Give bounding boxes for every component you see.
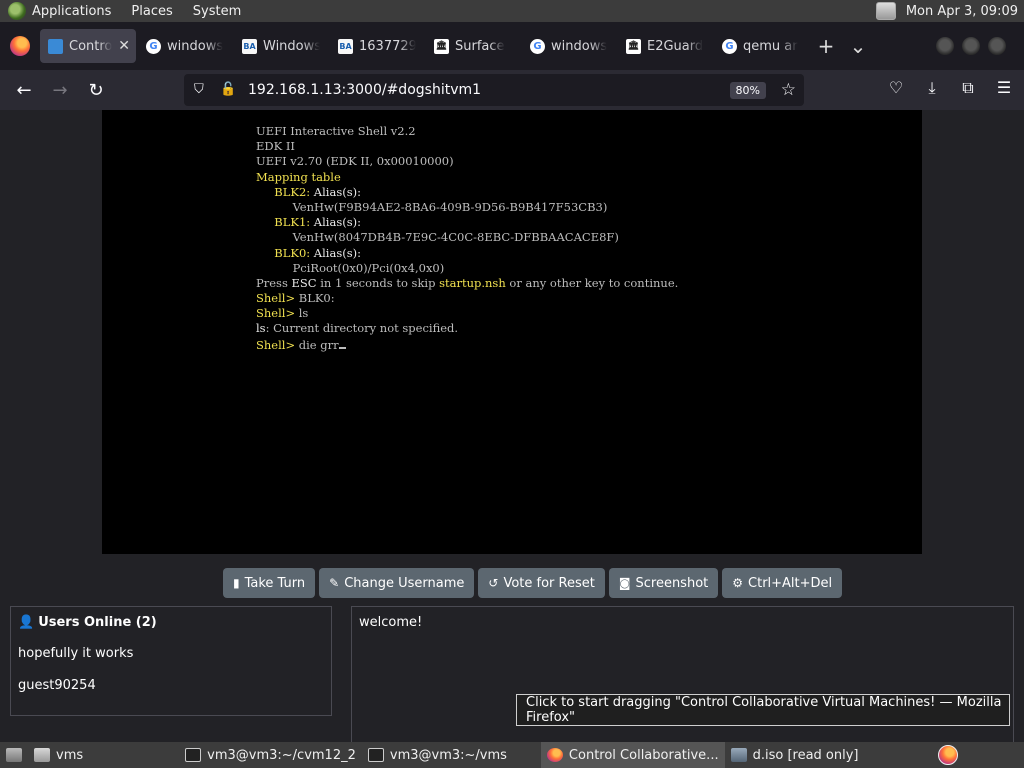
- volume-icon[interactable]: [875, 2, 896, 20]
- camera-icon: ◙: [618, 576, 631, 590]
- folder-icon: [34, 748, 50, 762]
- url-bar[interactable]: ⛉ 🔓 192.168.1.13:3000/#dogshitvm1 80% ☆: [184, 74, 804, 106]
- tab-qemu[interactable]: G qemu ar: [714, 29, 808, 63]
- places-menu[interactable]: Places: [131, 4, 172, 19]
- extensions-icon[interactable]: ⧉: [958, 78, 978, 98]
- tab-e2guard[interactable]: 🏛 E2Guard: [618, 29, 712, 63]
- toolbar-icons: ♡ ⤓ ⧉ ☰: [886, 78, 1014, 98]
- tab-1637729[interactable]: BA 1637729: [330, 29, 424, 63]
- url-text[interactable]: 192.168.1.13:3000/#dogshitvm1: [248, 82, 481, 98]
- clock[interactable]: Mon Apr 3, 09:09: [906, 4, 1018, 19]
- drag-tooltip: Click to start dragging "Control Collabo…: [516, 694, 1010, 726]
- vm-controls: ▮ Take Turn ✎ Change Username ↺ Vote for Re…: [223, 568, 843, 598]
- console-line: Shell> die grr: [256, 337, 922, 352]
- tab-bar: Contro ✕ G windows BA Windows BA 1637729…: [0, 22, 1024, 70]
- download-icon[interactable]: ⤓: [922, 78, 942, 98]
- undo-icon: ↺: [488, 576, 499, 590]
- close-tab-icon[interactable]: ✕: [118, 38, 130, 54]
- star-bookmark-icon[interactable]: ☆: [781, 80, 796, 100]
- mouse-icon: ▮: [233, 576, 240, 590]
- chat-panel: welcome!: [351, 606, 1014, 752]
- new-tab-icon[interactable]: +: [810, 34, 842, 58]
- close-window-icon[interactable]: [988, 37, 1006, 55]
- terminal-icon: [185, 748, 202, 762]
- show-desktop-button[interactable]: [0, 742, 28, 768]
- museum-icon: 🏛: [434, 38, 449, 54]
- page-content: UEFI Interactive Shell v2.2 EDK II UEFI v2…: [0, 110, 1024, 752]
- console-line: Press ESC in 1 seconds to skip startup.n…: [256, 275, 679, 290]
- console-line: EDK II: [256, 139, 295, 154]
- hamburger-menu-icon[interactable]: ☰: [994, 78, 1014, 98]
- user-icon: 👤: [18, 615, 35, 630]
- zoom-badge[interactable]: 80%: [729, 81, 766, 99]
- console-line: UEFI v2.70 (EDK II, 0x00010000): [256, 154, 454, 169]
- reload-icon[interactable]: ↻: [78, 80, 114, 101]
- console-line: ls: Current directory not specified.: [256, 321, 459, 336]
- vote-reset-button[interactable]: ↺ Vote for Reset: [478, 568, 605, 598]
- monitor-icon: [48, 38, 63, 54]
- tab-windows-2[interactable]: BA Windows: [234, 29, 328, 63]
- chevron-down-icon[interactable]: ⌄: [842, 34, 874, 58]
- firefox-tray-icon[interactable]: [938, 745, 958, 765]
- taskbar-item-terminal-1[interactable]: vm3@vm3:~/cvm12_2: [179, 742, 362, 768]
- tab-control[interactable]: Contro ✕: [40, 29, 136, 63]
- system-menu[interactable]: System: [193, 4, 241, 19]
- taskbar-item-iso[interactable]: d.iso [read only]: [725, 742, 865, 768]
- google-icon: G: [146, 38, 161, 54]
- insecure-lock-icon[interactable]: 🔓: [220, 82, 236, 98]
- google-icon: G: [530, 38, 545, 54]
- back-arrow-icon[interactable]: ←: [6, 80, 42, 101]
- vm-display[interactable]: UEFI Interactive Shell v2.2 EDK II UEFI v2…: [102, 110, 922, 554]
- minimize-icon[interactable]: [936, 37, 954, 55]
- user-edit-icon: ✎: [329, 576, 340, 590]
- console-line: PciRoot(0x0)/Pci(0x4,0x0): [292, 260, 445, 275]
- take-turn-button[interactable]: ▮ Take Turn: [223, 568, 316, 598]
- taskbar-item-terminal-2[interactable]: vm3@vm3:~/vms: [362, 742, 513, 768]
- pocket-icon[interactable]: ♡: [886, 78, 906, 98]
- gear-icon: ⚙: [732, 576, 744, 590]
- user-list-item[interactable]: hopefully it works: [18, 646, 324, 661]
- bottom-panel: vms vm3@vm3:~/cvm12_2 vm3@vm3:~/vms Cont…: [0, 742, 1024, 768]
- console-line: Mapping table: [256, 169, 341, 184]
- console-line: BLK1: Alias(s):: [274, 215, 361, 230]
- chat-message: welcome!: [359, 615, 423, 630]
- applications-menu[interactable]: Applications: [32, 4, 111, 19]
- console-line: VenHw(8047DB4B-7E9C-4C0C-8EBC-DFBBAACACE…: [292, 230, 619, 245]
- forward-arrow-icon[interactable]: →: [42, 80, 78, 101]
- users-online-panel: 👤 Users Online (2) hopefully it works gue…: [10, 606, 332, 716]
- console-line: Shell> ls: [256, 306, 309, 321]
- terminal-icon: [367, 748, 384, 762]
- console-line: BLK2: Alias(s):: [274, 184, 361, 199]
- tab-windows-1[interactable]: G windows: [138, 29, 232, 63]
- desktop-icon: [6, 748, 22, 762]
- firefox-icon: [546, 748, 563, 762]
- tab-windows-3[interactable]: G windows: [522, 29, 616, 63]
- disk-icon: [730, 748, 747, 762]
- console-line: Shell> BLK0:: [256, 291, 335, 306]
- console-line: UEFI Interactive Shell v2.2: [256, 124, 416, 138]
- ctrl-alt-del-button[interactable]: ⚙ Ctrl+Alt+Del: [722, 568, 843, 598]
- taskbar-item-firefox[interactable]: Control Collaborative...: [540, 742, 725, 768]
- museum-icon: 🏛: [626, 38, 641, 54]
- maximize-icon[interactable]: [962, 37, 980, 55]
- top-panel: Applications Places System Mon Apr 3, 09…: [0, 0, 1024, 22]
- window-controls: [936, 37, 1006, 55]
- console-line: BLK0: Alias(s):: [274, 245, 361, 260]
- firefox-menu-icon[interactable]: [10, 36, 30, 56]
- tab-surface[interactable]: 🏛 Surface: [426, 29, 520, 63]
- console-line: VenHw(F9B94AE2-8BA6-409B-9D56-B9B417F53C…: [292, 199, 608, 214]
- users-heading: 👤 Users Online (2): [18, 615, 157, 630]
- screenshot-button[interactable]: ◙ Screenshot: [608, 568, 719, 598]
- ba-icon: BA: [242, 38, 257, 54]
- change-username-button[interactable]: ✎ Change Username: [319, 568, 475, 598]
- google-icon: G: [722, 38, 737, 54]
- nav-bar: ← → ↻ ⛉ 🔓 192.168.1.13:3000/#dogshitvm1 …: [0, 70, 1024, 110]
- user-list-item[interactable]: guest90254: [18, 678, 324, 693]
- shield-icon[interactable]: ⛉: [194, 82, 210, 98]
- ba-icon: BA: [338, 38, 353, 54]
- text-cursor: [338, 337, 346, 349]
- taskbar-item-vms[interactable]: vms: [28, 742, 89, 768]
- distro-logo-icon[interactable]: [8, 2, 26, 20]
